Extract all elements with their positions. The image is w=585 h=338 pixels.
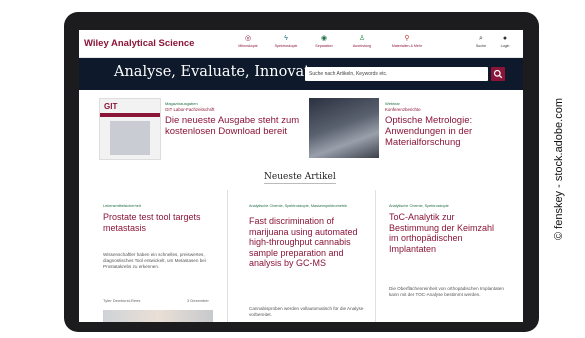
article-teaser: Wissenschaftler haben ein schnelles, pre… [103, 252, 206, 270]
website-screen: Wiley Analytical Science ◎ Mikroskopie ϟ… [79, 30, 523, 322]
article-teaser: Die Oberflächenreinheit von orthopädisch… [389, 286, 504, 298]
article-category[interactable]: Analytische Chemie, Spektroskopie [389, 204, 509, 209]
article-title[interactable]: ToC-Analytik zur Bestimmung der Keimzahl… [389, 212, 501, 254]
article-category[interactable]: Analytische Chemie, Spektroskopie, Masse… [249, 204, 369, 209]
login-button[interactable]: ● Login [493, 34, 517, 48]
nav-label: Mikroskopie [238, 44, 258, 48]
cover-figure [110, 121, 150, 155]
nav-label: Separation [315, 44, 333, 48]
materials-icon: ⚲ [404, 35, 410, 42]
section-heading: Neueste Artikel [264, 172, 336, 184]
article-thumbnail[interactable] [103, 310, 213, 322]
separation-icon: ◉ [320, 35, 328, 42]
user-icon: ● [502, 35, 508, 42]
microscope-icon: ◎ [244, 35, 252, 42]
featured-subtitle[interactable]: Konferenzberichte [385, 107, 421, 112]
featured-title[interactable]: Die neueste Ausgabe steht zum kostenlose… [165, 115, 303, 137]
nav-label: Login [500, 44, 510, 48]
main-nav: ◎ Mikroskopie ϟ Spektroskopie ◉ Separati… [229, 34, 433, 48]
column-divider [375, 190, 376, 322]
article-title[interactable]: Prostate test tool targets metastasis [103, 212, 221, 233]
nav-item-equipment[interactable]: ♙ Ausrüstung [343, 34, 381, 48]
search-icon: ⌕ [479, 35, 483, 42]
featured-kicker: Webinar [385, 101, 400, 106]
header-actions: ⌕ Suche ● Login [469, 34, 517, 48]
search-button[interactable]: ⌕ Suche [469, 34, 493, 48]
featured-title[interactable]: Optische Metrologie: Anwendungen in der … [385, 115, 513, 148]
hero-tagline: Analyse, Evaluate, Innovate [114, 64, 319, 80]
nav-label: Materialien & Mehr [391, 44, 423, 48]
nav-item-separation[interactable]: ◉ Separation [305, 34, 343, 48]
search-input[interactable]: Suche nach Artikeln, Keywords etc. [305, 67, 488, 81]
article-teaser: Cannabisproben werden vollautomatisch fü… [249, 306, 364, 318]
nav-label: Suche [475, 44, 487, 48]
hero-banner: Analyse, Evaluate, Innovate Suche nach A… [79, 58, 523, 90]
nav-item-spectroscopy[interactable]: ϟ Spektroskopie [267, 34, 305, 48]
nav-item-microscopy[interactable]: ◎ Mikroskopie [229, 34, 267, 48]
featured-kicker: Magazinausgaben [165, 101, 198, 106]
article-date: 3 Dezember [187, 298, 209, 303]
cover-strip [100, 113, 160, 117]
article-author: Tyler Dewhurst-Rees [103, 298, 141, 303]
article-category[interactable]: Lebensmittelsicherheit [103, 204, 221, 209]
featured-subtitle[interactable]: GIT Labor-Fachzeitschrift [165, 107, 214, 112]
magazine-masthead: GIT [104, 102, 118, 111]
site-header: Wiley Analytical Science ◎ Mikroskopie ϟ… [79, 30, 523, 58]
nav-label: Ausrüstung [352, 44, 372, 48]
column-divider [227, 190, 228, 322]
site-logo[interactable]: Wiley Analytical Science [84, 38, 194, 49]
magazine-cover-image[interactable]: GIT [99, 98, 161, 160]
equipment-icon: ♙ [358, 35, 366, 42]
credit-text: © fenskey - stock.adobe.com [553, 97, 566, 241]
spectrum-icon: ϟ [284, 35, 288, 42]
photo-credit: © fenskey - stock.adobe.com [546, 8, 572, 330]
nav-label: Spektroskopie [274, 44, 298, 48]
search-icon [493, 69, 503, 79]
search-submit-button[interactable] [491, 67, 505, 81]
nav-item-materials[interactable]: ⚲ Materialien & Mehr [381, 34, 433, 48]
lab-photo[interactable] [309, 98, 379, 158]
article-title[interactable]: Fast discrimination of marijuana using a… [249, 216, 367, 269]
